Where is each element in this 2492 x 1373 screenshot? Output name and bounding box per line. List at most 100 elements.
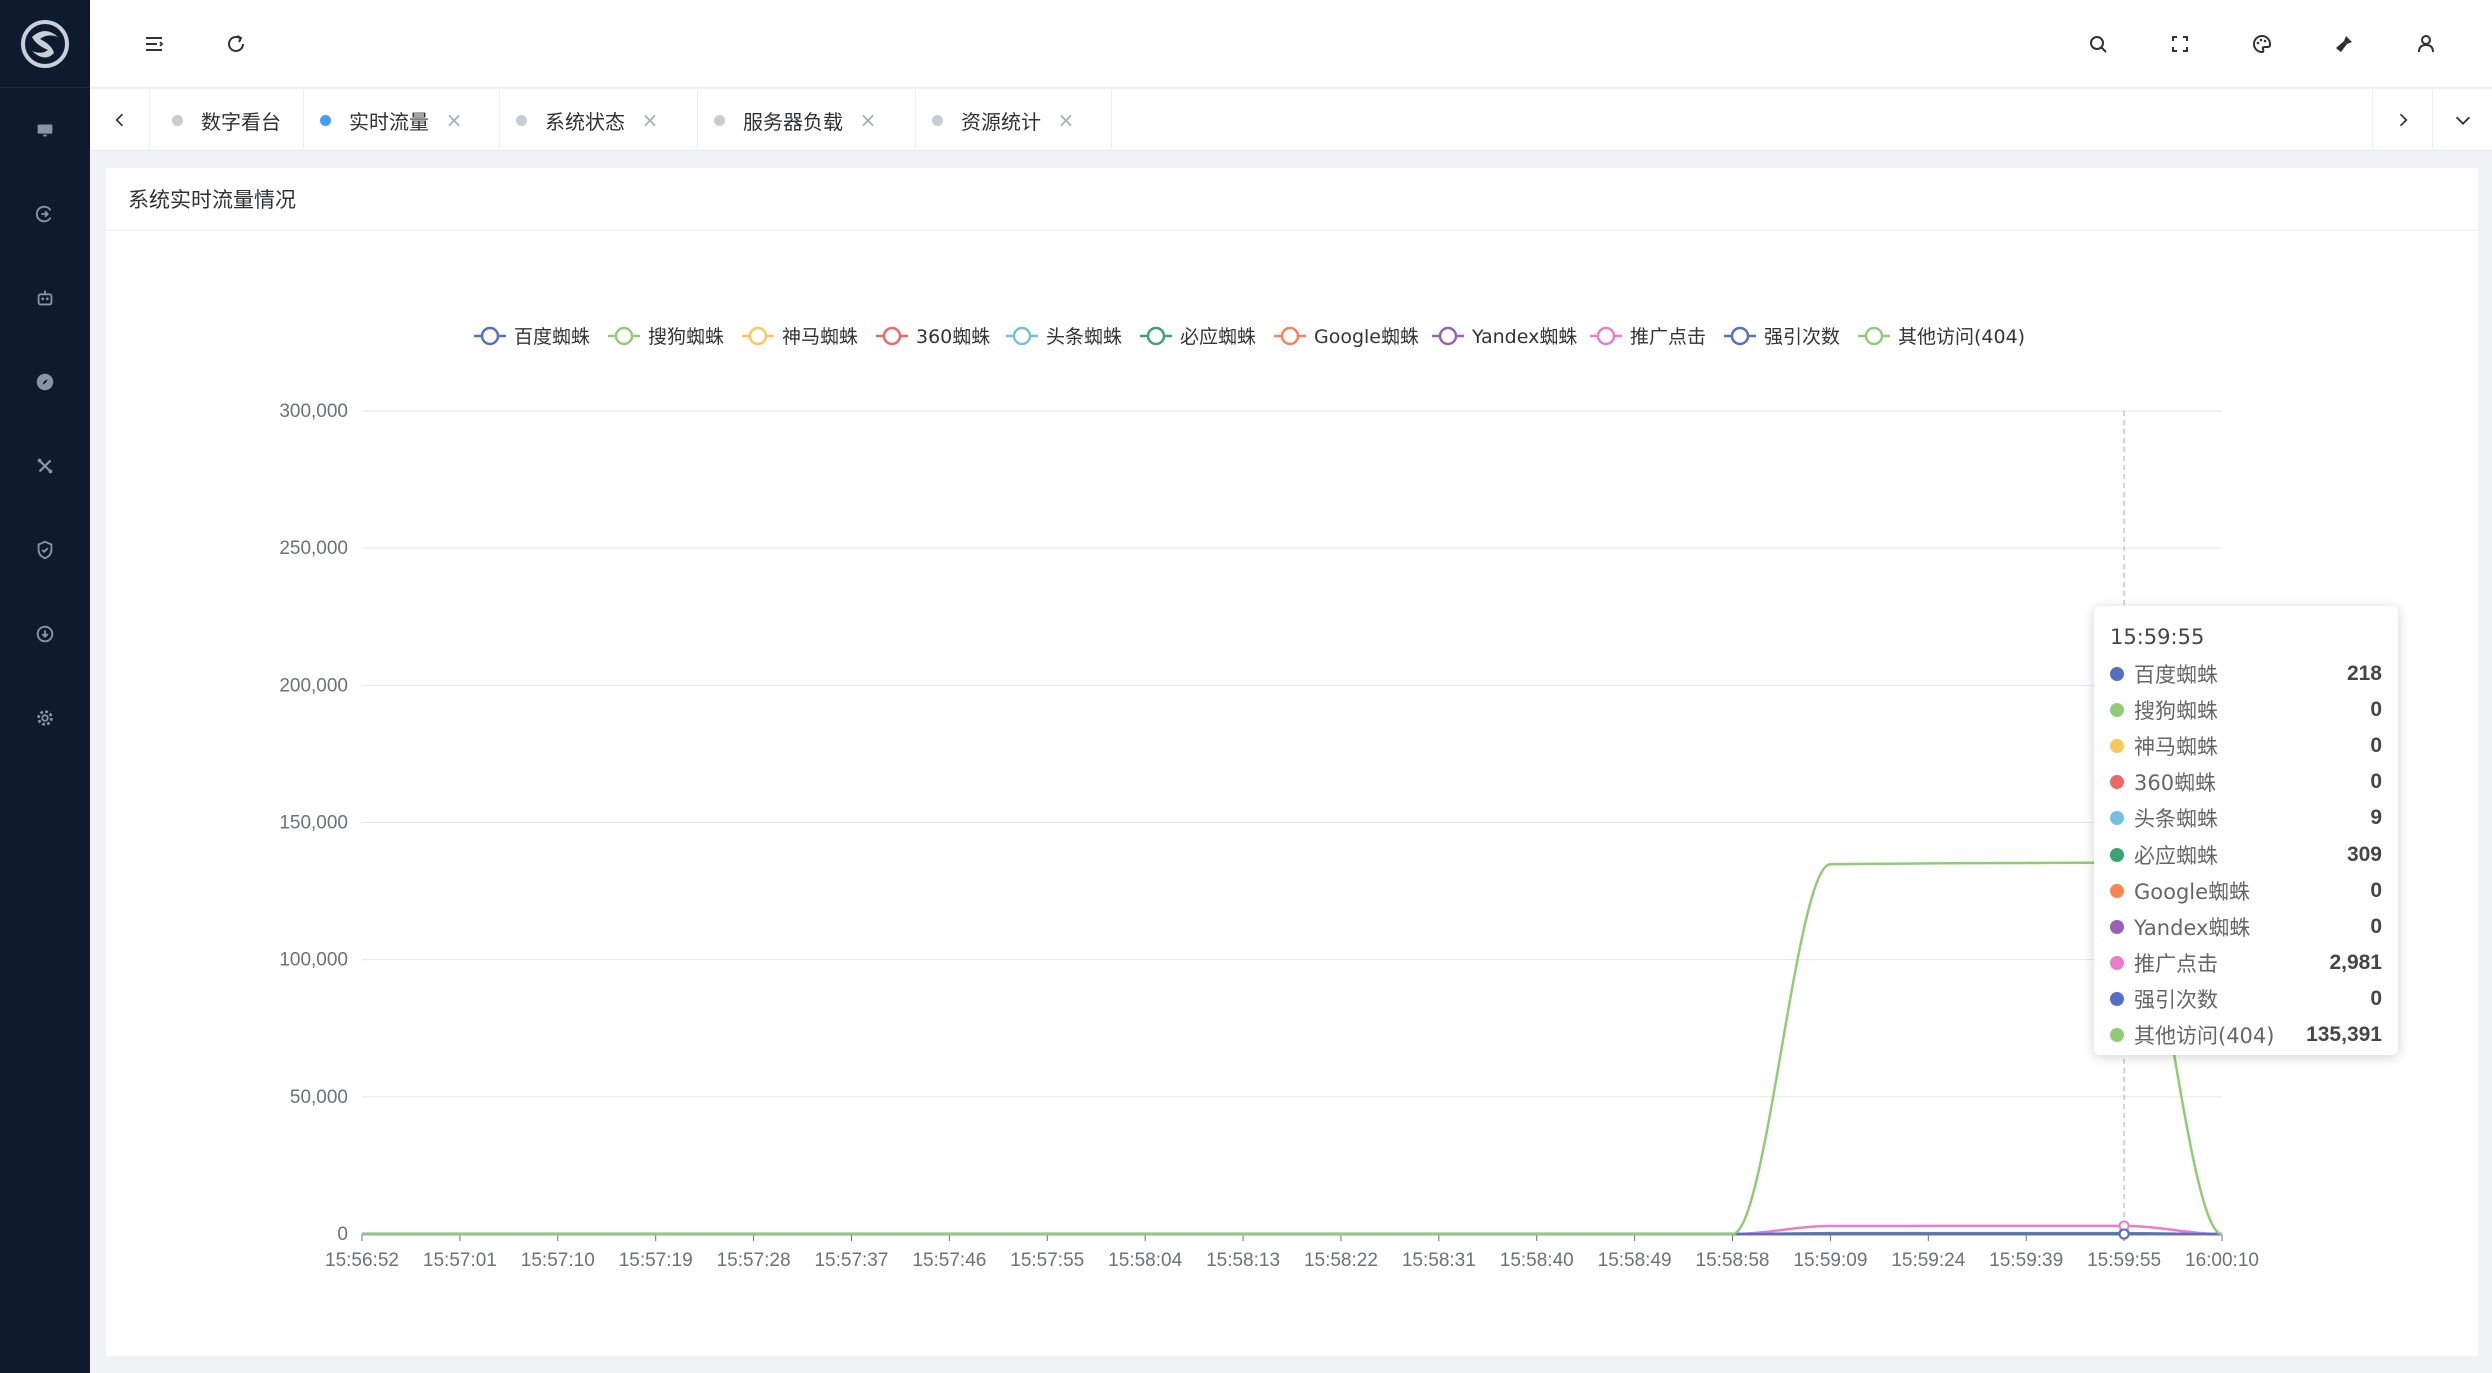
search-button[interactable] <box>2078 24 2118 64</box>
fullscreen-icon <box>2172 36 2188 52</box>
tooltip-row: 必应蜘蛛 309 <box>2110 836 2382 872</box>
tab-label: 实时流量 <box>349 109 429 134</box>
tab-resource-stats[interactable]: 资源统计 × <box>916 89 1112 151</box>
menu-fold-icon <box>146 37 164 51</box>
chevron-right-icon <box>2399 113 2408 127</box>
monitor-icon <box>37 124 53 137</box>
sidebar-item-robot[interactable] <box>0 278 90 318</box>
tab-system-status[interactable]: 系统状态 × <box>500 89 698 151</box>
tab-realtime-traffic[interactable]: 实时流量 × <box>304 89 500 151</box>
sidebar-item-compass[interactable] <box>0 362 90 402</box>
tooltip-series-name: 360蜘蛛 <box>2134 771 2217 796</box>
clear-cache-button[interactable] <box>2324 24 2364 64</box>
search-icon <box>2090 36 2107 53</box>
tooltip-series-value: 135,391 <box>2306 1022 2382 1046</box>
tabs-scroll-right-button[interactable] <box>2372 89 2432 151</box>
card-divider <box>106 230 2478 231</box>
clear-cache-brush-icon <box>2336 36 2352 52</box>
tooltip-row: 搜狗蜘蛛 0 <box>2110 692 2382 728</box>
tooltip-series-name: 神马蜘蛛 <box>2134 735 2218 760</box>
tooltip-marker <box>2110 703 2124 718</box>
sidebar-item-download[interactable] <box>0 614 90 654</box>
card-title: 系统实时流量情况 <box>128 188 296 212</box>
tooltip-row: 头条蜘蛛 9 <box>2110 800 2382 836</box>
tooltip-marker <box>2110 775 2124 790</box>
tabs-scroll-left-button[interactable] <box>90 89 150 151</box>
theme-button[interactable] <box>2242 24 2282 64</box>
tooltip-series-name: 百度蜘蛛 <box>2134 663 2218 688</box>
tooltip-series-value: 2,981 <box>2329 950 2382 974</box>
sidebar-item-flow[interactable] <box>0 194 90 234</box>
tooltip-marker <box>2110 883 2124 898</box>
tooltip-row: 强引次数 0 <box>2110 981 2382 1017</box>
tooltip-marker <box>2110 667 2124 682</box>
tooltip-row: Google蜘蛛 0 <box>2110 873 2382 909</box>
gear-icon <box>37 710 53 726</box>
tooltip-row: 神马蜘蛛 0 <box>2110 728 2382 764</box>
tooltip-marker <box>2110 1027 2124 1042</box>
tab-status-dot <box>714 114 725 126</box>
tools-icon <box>37 458 53 474</box>
refresh-icon <box>228 35 244 52</box>
sidebar-item-tools[interactable] <box>0 446 90 486</box>
close-icon[interactable]: × <box>445 108 463 132</box>
close-icon[interactable]: × <box>859 108 877 132</box>
tooltip-row: 推广点击 2,981 <box>2110 945 2382 981</box>
tooltip-series-value: 309 <box>2346 842 2382 866</box>
tab-status-dot <box>172 114 183 126</box>
logo-icon <box>21 19 69 68</box>
tooltip-series-name: 搜狗蜘蛛 <box>2134 699 2218 724</box>
tabs-bar: 数字看台 实时流量 × 系统状态 × 服务器负载 × 资源统计 × <box>90 89 2492 151</box>
tooltip-series-value: 9 <box>2370 806 2382 830</box>
tooltip-marker <box>2110 847 2124 862</box>
tooltip-series-value: 0 <box>2370 698 2382 722</box>
theme-palette-icon <box>2253 34 2272 54</box>
tooltip-series-name: 推广点击 <box>2134 951 2218 976</box>
fullscreen-button[interactable] <box>2160 24 2200 64</box>
tab-status-dot <box>932 114 943 126</box>
sidebar-item-settings[interactable] <box>0 698 90 738</box>
tooltip-series-name: 其他访问(404) <box>2134 1023 2275 1048</box>
user-icon <box>2418 35 2434 53</box>
tooltip-marker <box>2110 919 2124 934</box>
tooltip-marker <box>2110 955 2124 970</box>
top-header <box>90 0 2492 88</box>
tab-server-load[interactable]: 服务器负载 × <box>698 89 916 151</box>
tooltip-series-name: 头条蜘蛛 <box>2134 807 2218 832</box>
tooltip-series-value: 0 <box>2370 878 2382 902</box>
tab-label: 服务器负载 <box>743 109 843 134</box>
tooltip-title: 15:59:55 <box>2110 625 2205 649</box>
tooltip-marker <box>2110 739 2124 754</box>
user-button[interactable] <box>2406 24 2446 64</box>
chevron-down-icon <box>2455 116 2470 125</box>
tooltip-series-name: 必应蜘蛛 <box>2134 843 2218 868</box>
tab-status-dot <box>516 114 527 126</box>
tooltip-row: 其他访问(404) 135,391 <box>2110 1017 2382 1053</box>
tab-status-dot <box>320 114 331 126</box>
sidebar <box>0 0 90 1373</box>
sidebar-item-monitor[interactable] <box>0 110 90 150</box>
tooltip-row: Yandex蜘蛛 0 <box>2110 909 2382 945</box>
sidebar-item-shield[interactable] <box>0 530 90 570</box>
compass-icon <box>36 373 54 391</box>
tooltip-series-name: Yandex蜘蛛 <box>2134 915 2251 940</box>
tab-label: 系统状态 <box>545 109 625 134</box>
robot-icon <box>37 290 53 306</box>
download-icon <box>36 625 54 643</box>
tab-dashboard[interactable]: 数字看台 <box>150 89 304 151</box>
tooltip-series-name: 强引次数 <box>2134 987 2218 1012</box>
shield-icon <box>37 540 53 560</box>
close-icon[interactable]: × <box>1057 108 1075 132</box>
tab-label: 资源统计 <box>961 109 1041 134</box>
chevron-left-icon <box>114 113 123 127</box>
close-icon[interactable]: × <box>641 108 659 132</box>
menu-fold-button[interactable] <box>134 24 174 64</box>
tabs-menu-dropdown[interactable] <box>2432 89 2492 151</box>
tooltip-series-value: 0 <box>2370 914 2382 938</box>
tooltip-series-name: Google蜘蛛 <box>2134 879 2251 904</box>
tab-label: 数字看台 <box>201 109 281 134</box>
flow-icon <box>35 205 52 223</box>
tooltip-row: 百度蜘蛛 218 <box>2110 656 2382 692</box>
app-logo[interactable] <box>0 0 90 88</box>
refresh-button[interactable] <box>216 24 256 64</box>
